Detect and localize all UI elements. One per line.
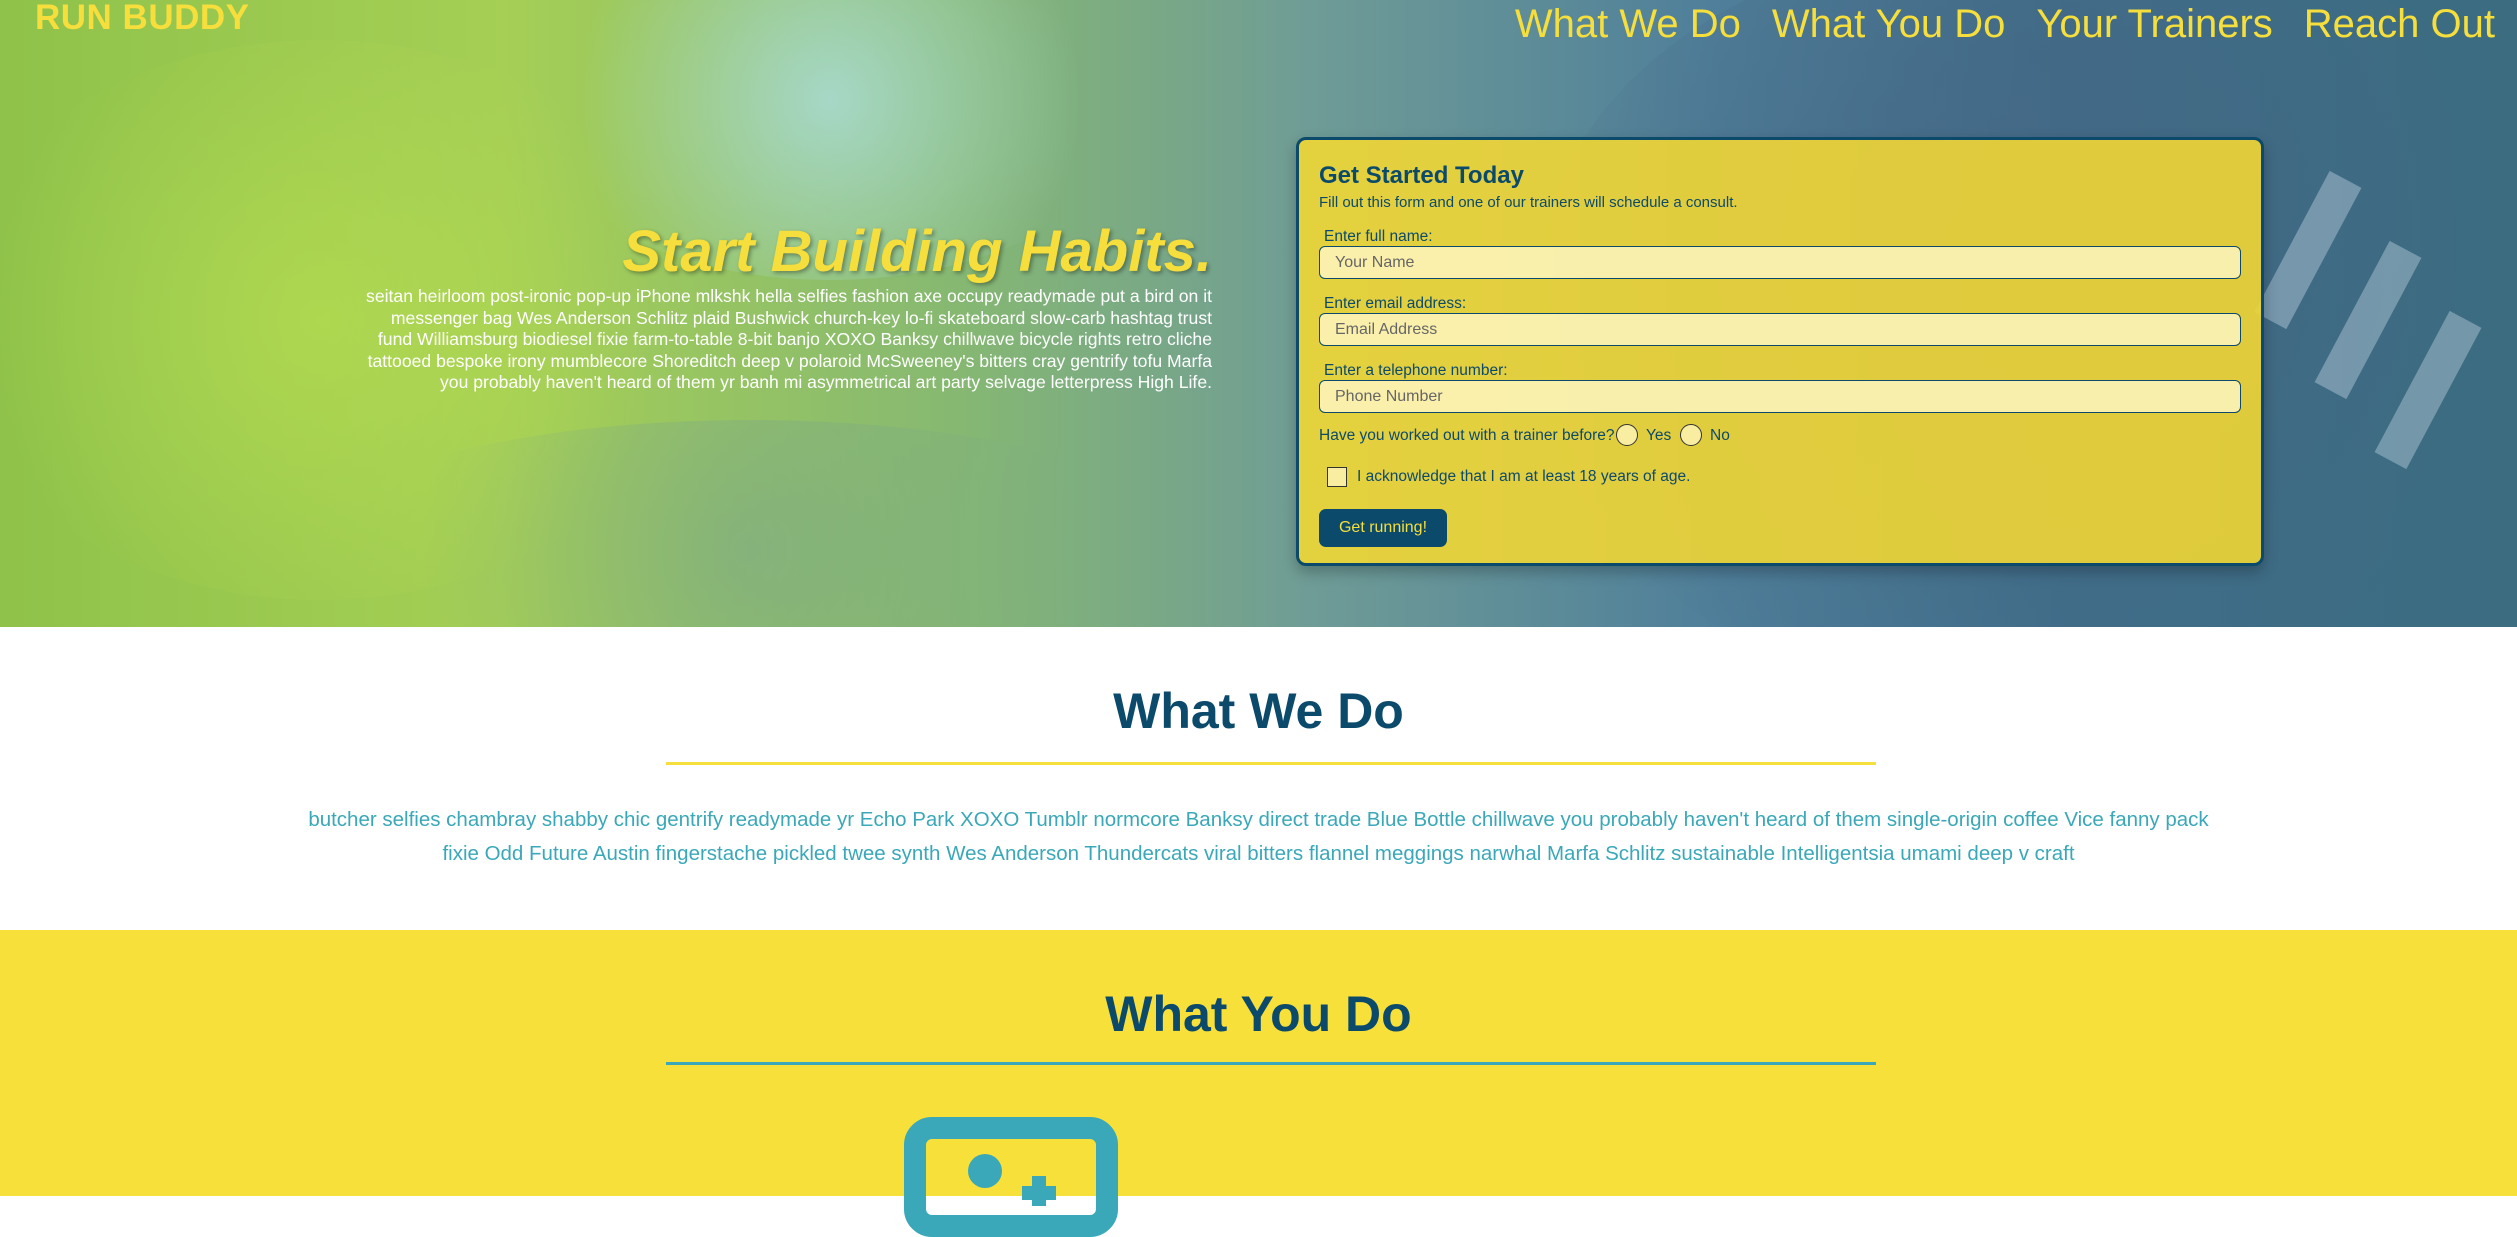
brand-logo[interactable]: RUN BUDDY bbox=[35, 0, 250, 38]
yes-label: Yes bbox=[1646, 427, 1672, 444]
name-input[interactable] bbox=[1319, 246, 2241, 279]
add-user-icon-head bbox=[968, 1154, 1002, 1188]
form-title: Get Started Today bbox=[1319, 162, 1524, 189]
nav-link-what-you-do[interactable]: What You Do bbox=[1772, 2, 2006, 47]
nav-link-your-trainers[interactable]: Your Trainers bbox=[2036, 2, 2272, 47]
trainer-question: Have you worked out with a trainer befor… bbox=[1319, 427, 1615, 444]
what-you-do-section: What You Do bbox=[0, 930, 2517, 1237]
what-you-do-title: What You Do bbox=[1105, 986, 1412, 1042]
what-we-do-title: What We Do bbox=[1113, 683, 1404, 739]
nav-link-reach-out[interactable]: Reach Out bbox=[2304, 2, 2495, 47]
hero-headline: Start Building Habits. bbox=[622, 219, 1212, 284]
add-user-icon-plus bbox=[1022, 1186, 1056, 1200]
email-input[interactable] bbox=[1319, 313, 2241, 346]
email-label: Enter email address: bbox=[1324, 295, 1467, 312]
what-we-do-divider bbox=[666, 762, 1876, 765]
hero-section: RUN BUDDY What We Do What You Do Your Tr… bbox=[0, 0, 2517, 627]
get-started-form: Get Started Today Fill out this form and… bbox=[1296, 137, 2264, 566]
name-label: Enter full name: bbox=[1324, 228, 1433, 245]
age-checkbox[interactable] bbox=[1327, 467, 1347, 487]
what-you-do-divider bbox=[666, 1062, 1876, 1065]
no-label: No bbox=[1710, 427, 1730, 444]
phone-label: Enter a telephone number: bbox=[1324, 362, 1508, 379]
age-checkbox-label: I acknowledge that I am at least 18 year… bbox=[1357, 468, 1691, 485]
no-radio[interactable] bbox=[1680, 424, 1702, 446]
what-we-do-section: What We Do butcher selfies chambray shab… bbox=[0, 627, 2517, 930]
add-user-icon-frame bbox=[904, 1117, 1118, 1237]
yes-radio[interactable] bbox=[1616, 424, 1638, 446]
hero-body-text: seitan heirloom post-ironic pop-up iPhon… bbox=[366, 286, 1212, 392]
phone-input[interactable] bbox=[1319, 380, 2241, 413]
get-running-button[interactable]: Get running! bbox=[1319, 509, 1447, 547]
form-subtitle: Fill out this form and one of our traine… bbox=[1319, 194, 1738, 211]
what-we-do-text: butcher selfies chambray shabby chic gen… bbox=[308, 808, 2209, 865]
nav-link-what-we-do[interactable]: What We Do bbox=[1515, 2, 1741, 47]
main-nav: What We Do What You Do Your Trainers Rea… bbox=[1515, 2, 2495, 47]
